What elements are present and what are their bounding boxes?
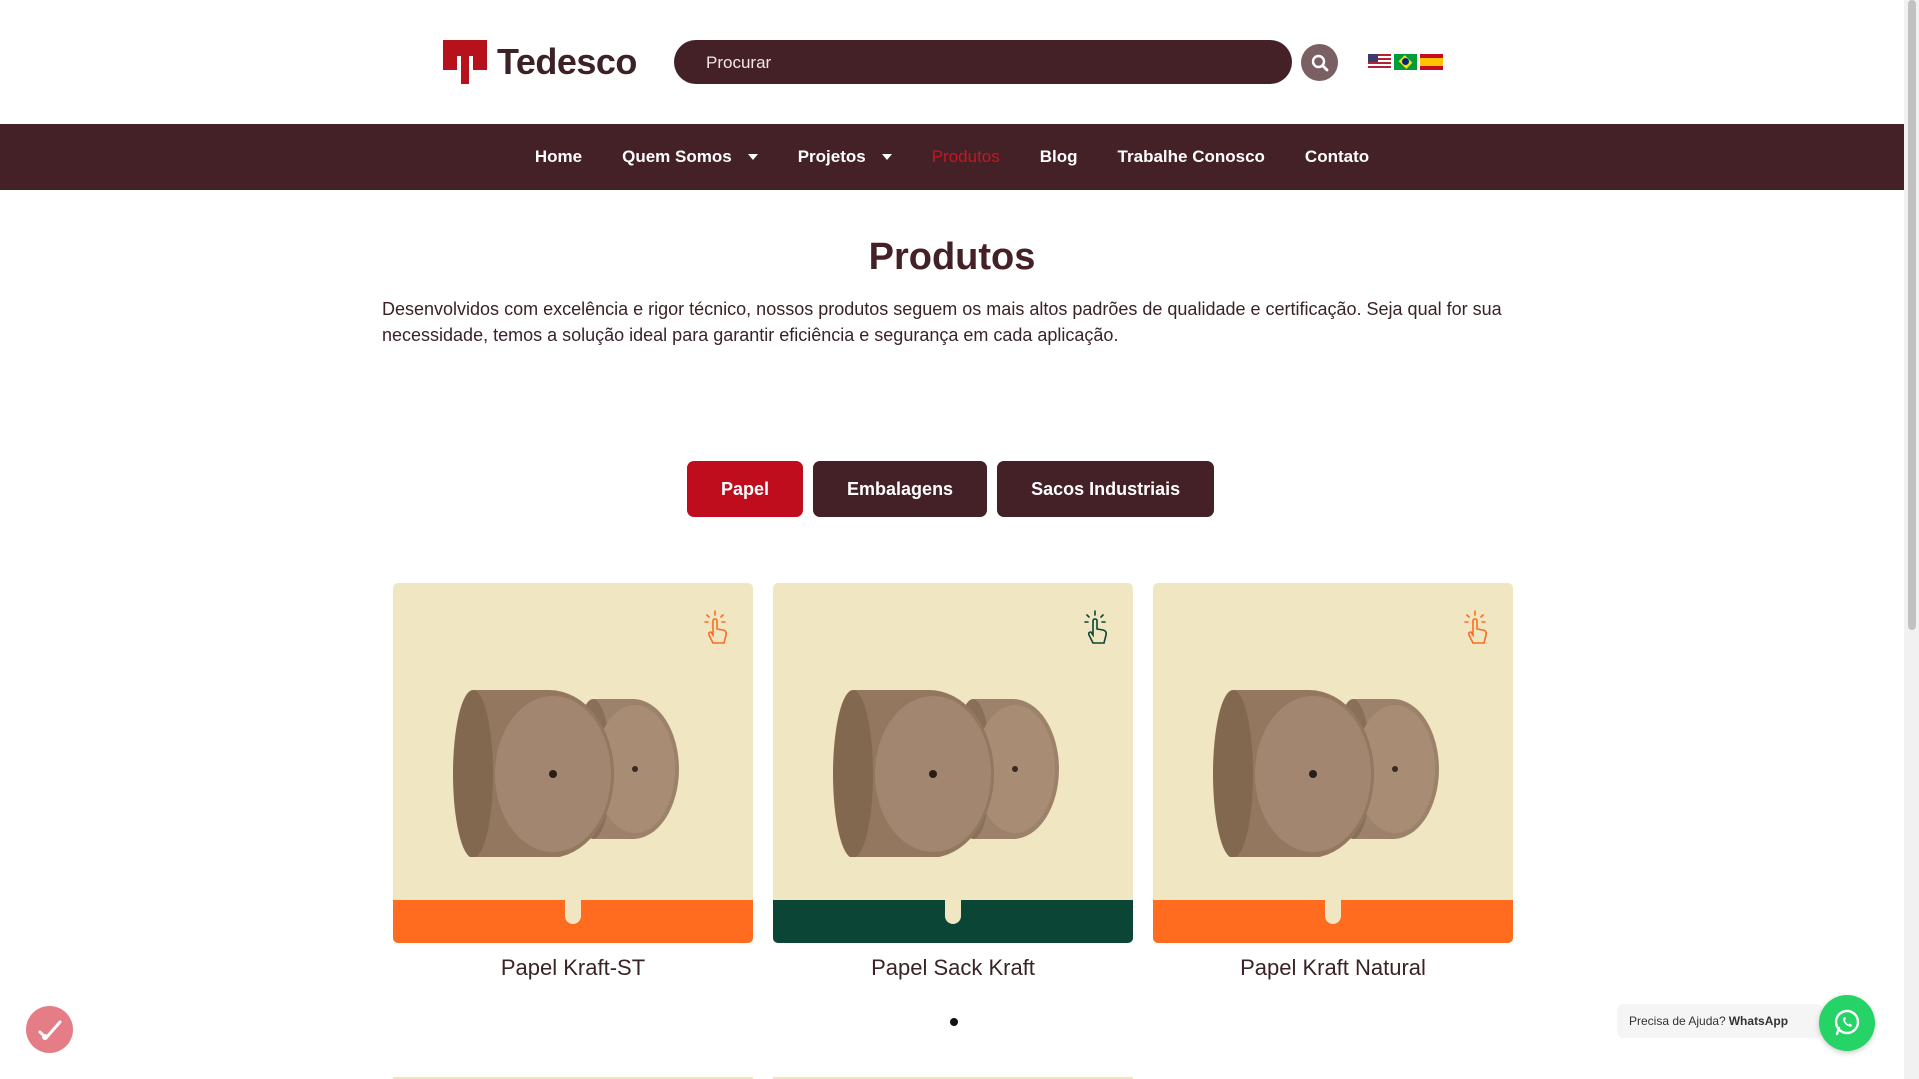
search-bar — [674, 40, 1292, 86]
tab-papel[interactable]: Papel — [687, 461, 804, 517]
paper-roll-image — [453, 690, 679, 857]
whatsapp-help-brand: WhatsApp — [1728, 1014, 1789, 1028]
chevron-down-icon — [747, 154, 758, 160]
product-name[interactable]: Papel Sack Kraft — [773, 955, 1133, 981]
nav-item-trabalhe-conosco[interactable]: Trabalhe Conosco — [1118, 147, 1265, 167]
nav-item-label: Projetos — [797, 147, 866, 166]
tap-hand-icon — [704, 610, 727, 644]
product-band — [393, 900, 753, 943]
nav-item-contato[interactable]: Contato — [1305, 147, 1369, 167]
nav-item-projetos[interactable]: Projetos — [798, 147, 892, 167]
language-switcher — [1368, 54, 1443, 70]
whatsapp-help-prefix: Precisa de Ajuda? — [1629, 1014, 1726, 1028]
search-button[interactable] — [1301, 44, 1338, 81]
site-header: Tedesco — [0, 0, 1904, 123]
nav-item-label: Home — [534, 147, 583, 166]
product-name[interactable]: Papel Kraft Natural — [1153, 955, 1513, 981]
page-title: Produtos — [868, 236, 1036, 278]
accessibility-button[interactable] — [26, 1006, 73, 1053]
us-flag-icon[interactable] — [1368, 54, 1391, 70]
nav-item-label: Blog — [1039, 147, 1078, 166]
product-name[interactable]: Papel Kraft-ST — [393, 955, 753, 981]
nav-item-quem-somos[interactable]: Quem Somos — [622, 147, 758, 167]
whatsapp-help-label[interactable]: Precisa de Ajuda? WhatsApp — [1617, 1004, 1823, 1038]
tab-embalagens[interactable]: Embalagens — [813, 461, 988, 517]
nav-item-home[interactable]: Home — [535, 147, 582, 167]
site-logo[interactable]: Tedesco — [443, 40, 637, 84]
search-icon — [1311, 54, 1328, 71]
nav-item-blog[interactable]: Blog — [1040, 147, 1078, 167]
category-tabs: Papel Embalagens Sacos Industriais — [687, 461, 1215, 517]
product-band — [1153, 900, 1513, 943]
product-card-papel-sack-kraft[interactable] — [773, 583, 1133, 943]
nav-item-label: Produtos — [931, 147, 1000, 166]
nav-item-label: Quem Somos — [622, 147, 732, 166]
nav-item-label: Trabalhe Conosco — [1117, 147, 1265, 166]
tab-sacos-industriais[interactable]: Sacos Industriais — [997, 461, 1215, 517]
tap-hand-icon — [1084, 610, 1107, 644]
product-card-papel-kraft-st[interactable] — [393, 583, 753, 943]
whatsapp-button[interactable] — [1819, 995, 1875, 1051]
paper-roll-image — [833, 690, 1059, 857]
product-card-papel-kraft-natural[interactable] — [1153, 583, 1513, 943]
paper-roll-image — [1213, 690, 1439, 857]
main-nav: Home Quem Somos Projetos Produtos Blog T… — [0, 124, 1904, 190]
nav-item-produtos[interactable]: Produtos — [932, 147, 1000, 167]
whatsapp-icon — [1834, 1009, 1860, 1036]
chevron-down-icon — [881, 154, 892, 160]
product-band — [773, 900, 1133, 943]
brand-name: Tedesco — [497, 41, 637, 82]
nav-item-label: Contato — [1304, 147, 1370, 166]
search-input[interactable] — [704, 40, 1268, 86]
carousel-dot[interactable] — [950, 1018, 958, 1026]
page-description: Desenvolvidos com excelência e rigor téc… — [382, 299, 1502, 345]
tedesco-logo-icon — [443, 40, 487, 84]
tap-hand-icon — [1464, 610, 1487, 644]
accessibility-icon — [38, 1020, 61, 1040]
brazil-flag-icon[interactable] — [1394, 54, 1417, 70]
scrollbar-thumb[interactable] — [1908, 0, 1916, 630]
spain-flag-icon[interactable] — [1420, 54, 1443, 70]
